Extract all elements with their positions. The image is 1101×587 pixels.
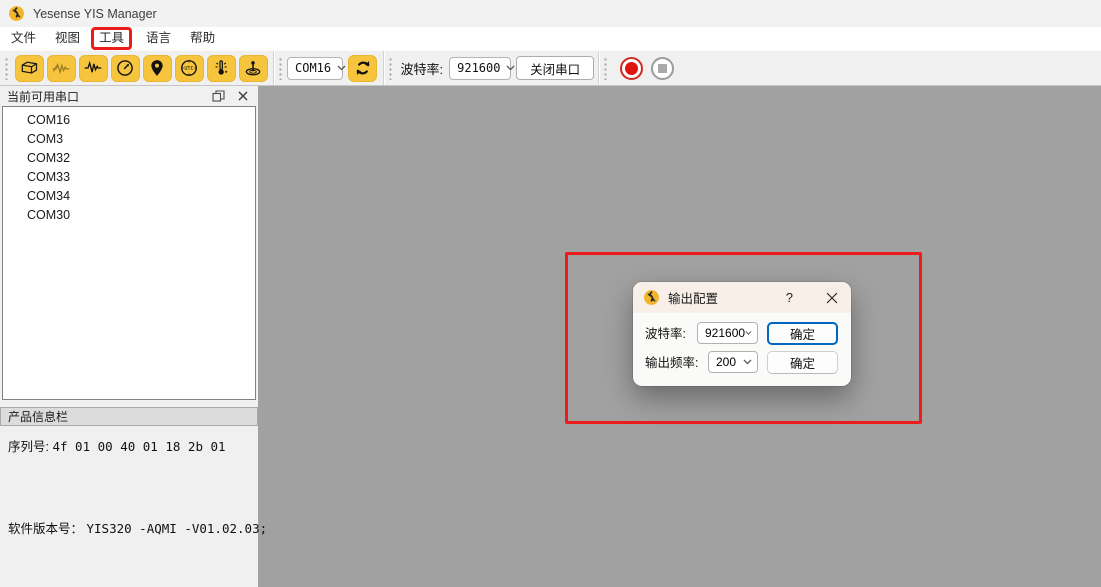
record-button[interactable] bbox=[620, 57, 643, 80]
waveform-icon bbox=[83, 58, 103, 78]
cube-3d-icon bbox=[19, 58, 39, 78]
menu-language[interactable]: 语言 bbox=[138, 28, 179, 49]
port-list-item[interactable]: COM33 bbox=[3, 168, 255, 187]
location-button[interactable] bbox=[143, 55, 172, 82]
dialog-titlebar: 输出配置 ? bbox=[633, 282, 851, 313]
com-port-select[interactable]: COM16 bbox=[287, 57, 343, 80]
thermometer-icon bbox=[211, 58, 231, 78]
window-title: Yesense YIS Manager bbox=[33, 7, 157, 21]
dialog-rate-label: 输出频率: bbox=[645, 352, 698, 374]
float-panel-button[interactable] bbox=[210, 90, 226, 103]
menu-help[interactable]: 帮助 bbox=[182, 28, 223, 49]
baud-rate-select[interactable]: 921600 bbox=[449, 57, 511, 80]
dialog-rate-value: 200 bbox=[716, 355, 736, 369]
firmware-version-label: 软件版本号： bbox=[8, 522, 83, 536]
stop-button[interactable] bbox=[651, 57, 674, 80]
com-port-value: COM16 bbox=[295, 61, 331, 75]
dock-close-button[interactable] bbox=[235, 90, 251, 103]
serial-number-row: 序列号: 4f 01 00 40 01 18 2b 01 bbox=[8, 436, 226, 455]
port-list-item[interactable]: COM16 bbox=[3, 111, 255, 130]
menu-tools[interactable]: 工具 bbox=[91, 27, 132, 50]
chevron-down-icon bbox=[743, 359, 752, 365]
port-list-item[interactable]: COM34 bbox=[3, 187, 255, 206]
stop-icon bbox=[658, 64, 667, 73]
waveform-button[interactable] bbox=[79, 55, 108, 82]
toolbar-grip-handle[interactable] bbox=[387, 56, 393, 80]
port-list-item[interactable]: COM3 bbox=[3, 130, 255, 149]
dialog-baud-label: 波特率: bbox=[645, 323, 686, 345]
float-panel-icon bbox=[212, 90, 225, 102]
waveform-dim-icon bbox=[51, 58, 71, 78]
3d-view-button[interactable] bbox=[15, 55, 44, 82]
baud-rate-value: 921600 bbox=[457, 61, 500, 75]
dock-title: 当前可用串口 bbox=[7, 88, 79, 105]
attitude-joystick-icon bbox=[243, 58, 263, 78]
dialog-baud-select[interactable]: 921600 bbox=[697, 322, 758, 344]
app-window: Yesense YIS Manager 文件 视图 工具 语言 帮助 bbox=[0, 0, 1101, 587]
baud-rate-label: 波特率: bbox=[401, 59, 444, 78]
chevron-down-icon bbox=[745, 330, 752, 336]
menubar: 文件 视图 工具 语言 帮助 bbox=[0, 27, 1101, 50]
serial-ports-dock: 当前可用串口 COM16 COM3 COM32 COM33 COM34 COM3… bbox=[0, 86, 258, 587]
refresh-sync-icon bbox=[353, 58, 373, 78]
dialog-baud-value: 921600 bbox=[705, 326, 745, 340]
toolbar-separator bbox=[273, 51, 274, 85]
dialog-baud-confirm-button[interactable]: 确定 bbox=[767, 322, 838, 345]
dialog-rate-select[interactable]: 200 bbox=[708, 351, 758, 373]
close-x-icon bbox=[826, 292, 838, 304]
temperature-button[interactable] bbox=[207, 55, 236, 82]
port-list-item[interactable]: COM32 bbox=[3, 149, 255, 168]
dialog-title: 输出配置 bbox=[668, 288, 718, 307]
record-icon bbox=[625, 62, 638, 75]
titlebar: Yesense YIS Manager bbox=[0, 0, 1101, 27]
toolbar-separator bbox=[598, 51, 599, 85]
chevron-down-icon bbox=[337, 65, 346, 71]
utc-clock-icon: UTC bbox=[179, 58, 199, 78]
dialog-close-button[interactable] bbox=[825, 291, 839, 305]
utc-clock-button[interactable]: UTC bbox=[175, 55, 204, 82]
gauge-button[interactable] bbox=[111, 55, 140, 82]
gauge-icon bbox=[115, 58, 135, 78]
serial-number-label: 序列号: bbox=[8, 440, 49, 454]
refresh-ports-button[interactable] bbox=[348, 55, 377, 82]
product-info-header: 产品信息栏 bbox=[0, 407, 258, 426]
serial-number-value: 4f 01 00 40 01 18 2b 01 bbox=[52, 439, 225, 454]
toolbar-grip-handle[interactable] bbox=[3, 56, 9, 80]
output-config-dialog: 输出配置 ? 波特率: 921600 确定 输出频率: 200 确定 bbox=[633, 282, 851, 386]
yesense-logo-icon bbox=[643, 289, 660, 306]
port-list-item[interactable]: COM30 bbox=[3, 206, 255, 225]
menu-view[interactable]: 视图 bbox=[47, 28, 88, 49]
firmware-version-value: YIS320 -AQMI -V01.02.03; bbox=[87, 521, 268, 536]
waveform-secondary-button[interactable] bbox=[47, 55, 76, 82]
svg-text:UTC: UTC bbox=[184, 66, 193, 72]
attitude-button[interactable] bbox=[239, 55, 268, 82]
available-ports-list: COM16 COM3 COM32 COM33 COM34 COM30 bbox=[2, 106, 256, 400]
toolbar-grip-handle[interactable] bbox=[277, 56, 283, 80]
location-pin-icon bbox=[147, 58, 167, 78]
dock-header: 当前可用串口 bbox=[0, 86, 258, 106]
firmware-version-row: 软件版本号： YIS320 -AQMI -V01.02.03; bbox=[8, 518, 267, 537]
close-x-icon bbox=[238, 91, 248, 101]
dialog-help-button[interactable]: ? bbox=[780, 290, 799, 305]
toolbar-separator bbox=[383, 51, 384, 85]
toolbar-grip-handle[interactable] bbox=[602, 56, 608, 80]
dialog-rate-confirm-button[interactable]: 确定 bbox=[767, 351, 838, 374]
close-serial-port-button[interactable]: 关闭串口 bbox=[516, 56, 594, 80]
toolbar: UTC COM16 bbox=[0, 50, 1101, 86]
menu-file[interactable]: 文件 bbox=[3, 28, 44, 49]
chevron-down-icon bbox=[506, 65, 515, 71]
yesense-logo-icon bbox=[8, 5, 25, 22]
